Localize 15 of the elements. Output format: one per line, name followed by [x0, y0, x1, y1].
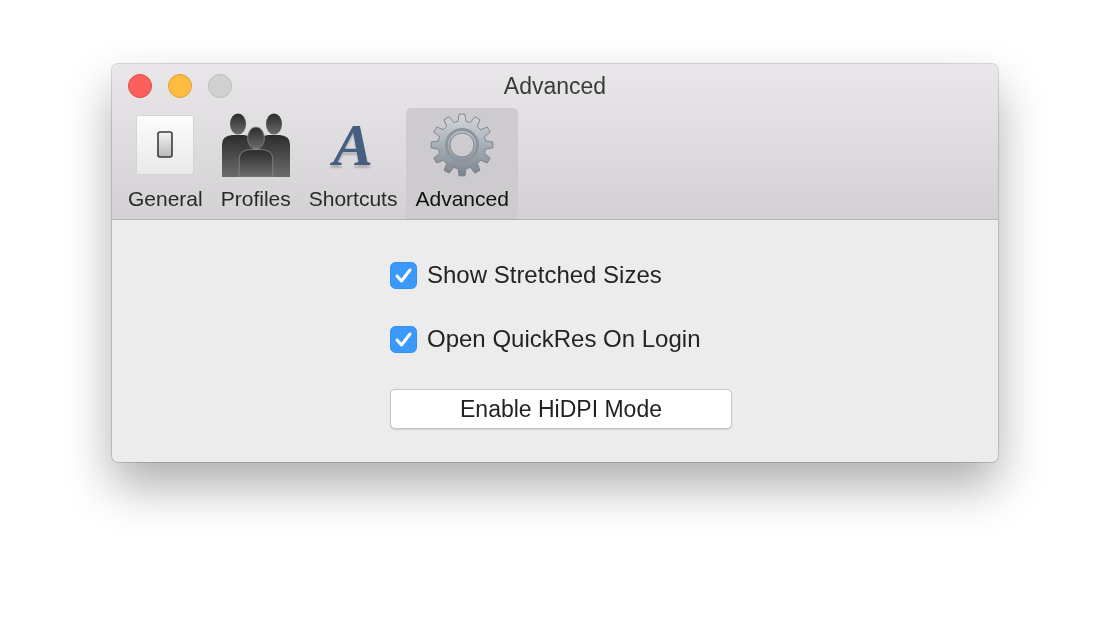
checkbox-label[interactable]: Open QuickRes On Login	[427, 325, 701, 353]
toolbar-tab[interactable]: General	[119, 108, 212, 219]
switch-icon	[136, 115, 195, 175]
checkbox-label[interactable]: Show Stretched Sizes	[427, 261, 662, 289]
toolbar-tab[interactable]: A Shortcuts	[299, 108, 407, 219]
checkbox[interactable]	[390, 261, 417, 289]
minimize-button[interactable]	[168, 74, 192, 98]
toolbar-tab[interactable]: Advanced	[406, 108, 518, 219]
toolbar-tab[interactable]: Profiles	[211, 108, 300, 219]
checkbox[interactable]	[390, 325, 417, 353]
close-button[interactable]	[128, 74, 152, 98]
people-icon	[221, 113, 290, 177]
window-title: Advanced	[503, 72, 607, 100]
enable-hidpi-button[interactable]: Enable HiDPI Mode	[390, 389, 732, 429]
gear-icon	[430, 113, 495, 177]
